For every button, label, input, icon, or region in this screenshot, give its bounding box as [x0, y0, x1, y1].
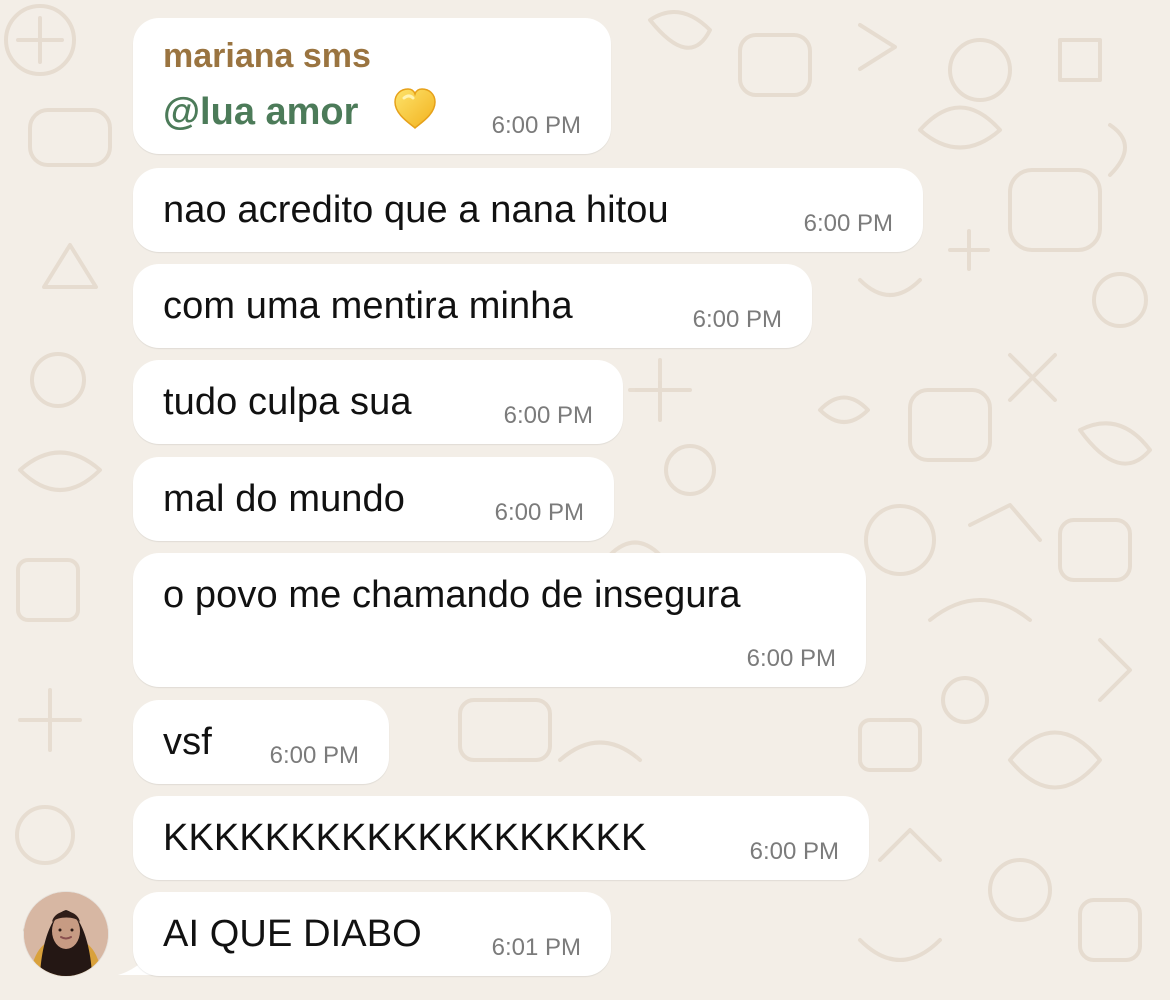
message-text: vsf — [163, 721, 212, 763]
message-time: 6:00 PM — [803, 210, 893, 237]
message-bubble[interactable]: o povo me chamando de insegura 6:00 PM — [133, 553, 866, 687]
mention-link[interactable]: @lua amor — [163, 90, 358, 134]
message-time: 6:01 PM — [491, 934, 581, 961]
message-bubble[interactable]: mariana sms @lua amor 6:00 PM — [133, 18, 611, 154]
message-text: o povo me chamando de insegura — [163, 574, 741, 616]
message-text: AI QUE DIABO — [163, 913, 422, 955]
chat-thread: mariana sms @lua amor 6:00 PM nao acredi… — [0, 0, 1170, 1000]
message-bubble[interactable]: AI QUE DIABO 6:01 PM — [133, 892, 611, 976]
yellow-heart-icon — [394, 88, 436, 130]
message-time: 6:00 PM — [494, 499, 584, 526]
message-time: 6:00 PM — [491, 112, 581, 139]
message-time: 6:00 PM — [746, 645, 836, 672]
message-bubble[interactable]: com uma mentira minha 6:00 PM — [133, 264, 812, 348]
profile-photo-icon[interactable] — [24, 892, 108, 976]
message-bubble[interactable]: vsf 6:00 PM — [133, 700, 389, 784]
message-bubble[interactable]: mal do mundo 6:00 PM — [133, 457, 614, 541]
message-bubble[interactable]: tudo culpa sua 6:00 PM — [133, 360, 623, 444]
message-time: 6:00 PM — [269, 742, 359, 769]
avatar-image — [24, 892, 108, 976]
message-text: nao acredito que a nana hitou — [163, 189, 669, 231]
message-bubble[interactable]: nao acredito que a nana hitou 6:00 PM — [133, 168, 923, 252]
message-bubble[interactable]: KKKKKKKKKKKKKKKKKKK 6:00 PM — [133, 796, 869, 880]
message-text: com uma mentira minha — [163, 285, 573, 327]
message-time: 6:00 PM — [692, 306, 782, 333]
message-text: mal do mundo — [163, 478, 406, 520]
message-time: 6:00 PM — [503, 402, 593, 429]
sender-name: mariana sms — [163, 37, 371, 75]
message-time: 6:00 PM — [749, 838, 839, 865]
message-text: KKKKKKKKKKKKKKKKKKK — [163, 817, 647, 859]
message-text: tudo culpa sua — [163, 381, 412, 423]
